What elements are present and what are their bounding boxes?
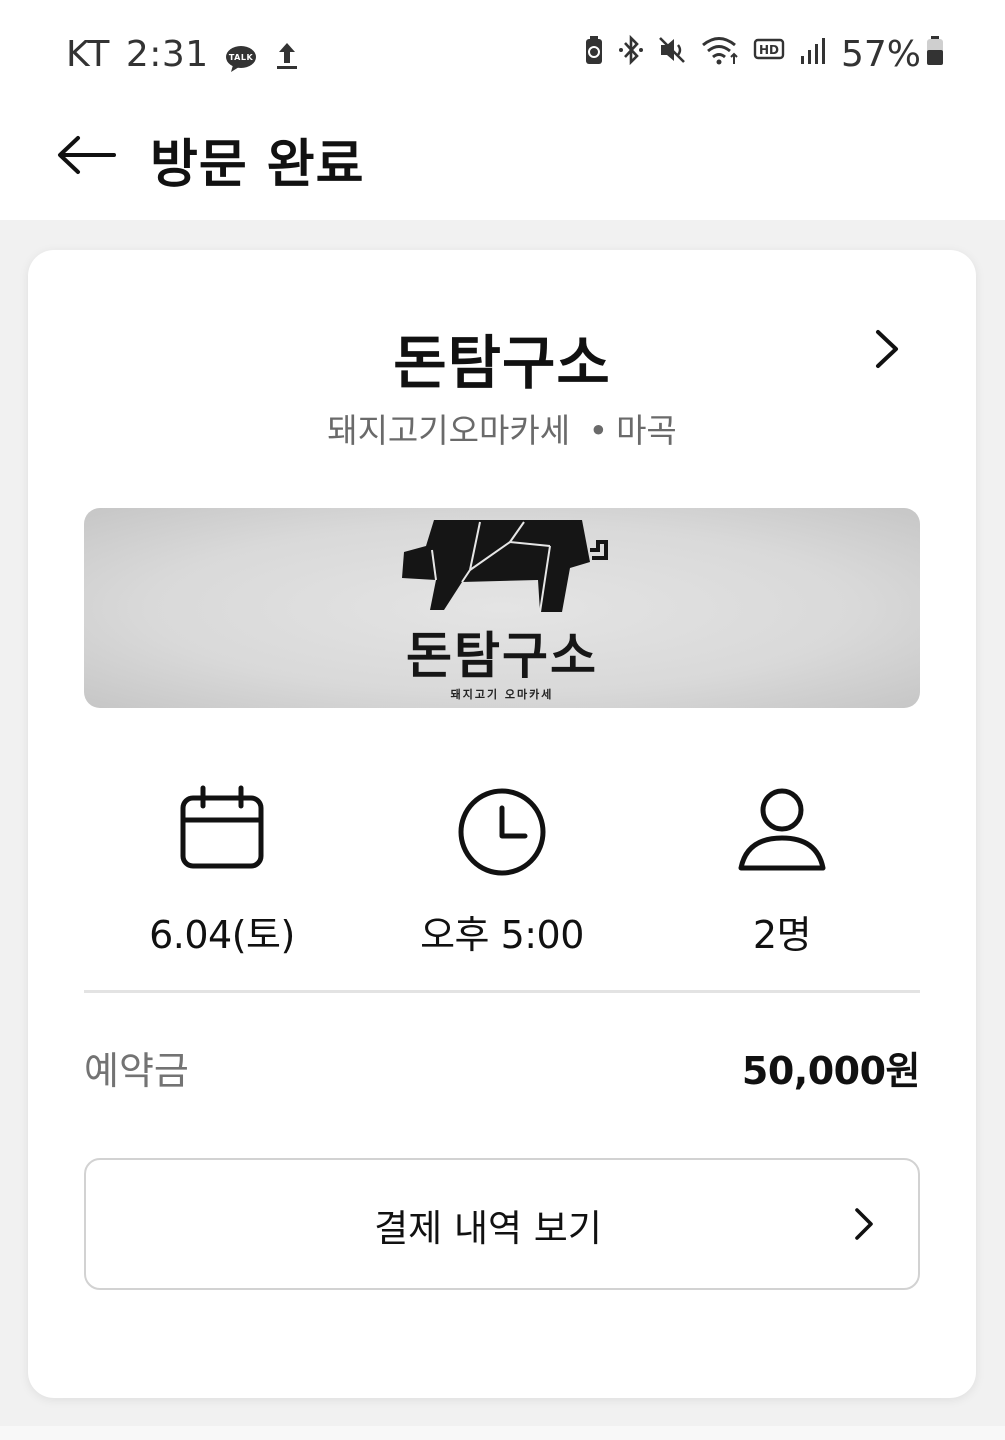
reservation-party: 2명 [644, 780, 920, 959]
deposit-amount: 50,000원 [741, 1049, 921, 1093]
pig-logo [402, 520, 608, 613]
time-value: 오후 5:00 [420, 913, 584, 957]
svg-text:HD: HD [759, 43, 779, 57]
payment-history-label: 결제 내역 보기 [374, 1207, 602, 1250]
party-size-value: 2명 [752, 913, 812, 957]
back-button[interactable] [56, 132, 116, 178]
signal-icon [799, 34, 829, 75]
banner-title: 돈탐구소 [406, 627, 598, 685]
battery-icon [925, 34, 945, 75]
hd-voice-icon: HD [753, 34, 787, 75]
bottom-strip [0, 1426, 1005, 1440]
restaurant-banner: 돈탐구소 돼지고기 오마카세 [84, 508, 920, 708]
carrier-label: KT [66, 34, 110, 75]
page-title: 방문 완료 [150, 135, 365, 195]
app-header: 방문 완료 [0, 108, 1005, 220]
mute-icon [657, 34, 689, 75]
battery-saver-icon [583, 34, 605, 75]
person-icon [738, 788, 826, 871]
status-right: HD 57% [571, 34, 945, 75]
arrow-left-icon [58, 136, 116, 174]
restaurant-meta: 돼지고기오마카세 • 마곡 [28, 404, 976, 452]
svg-text:TALK: TALK [228, 53, 253, 62]
restaurant-detail-button[interactable] [870, 326, 906, 372]
payment-history-button[interactable]: 결제 내역 보기 [84, 1158, 920, 1290]
clock-icon [458, 788, 546, 876]
kakaotalk-icon: TALK [225, 41, 257, 72]
meta-separator: • [588, 411, 609, 450]
wifi-icon [701, 34, 741, 75]
upload-icon [275, 39, 299, 71]
banner-subtitle: 돼지고기 오마카세 [450, 688, 554, 701]
divider [84, 990, 920, 993]
restaurant-location: 마곡 [616, 411, 677, 450]
bluetooth-icon [617, 34, 645, 75]
restaurant-category: 돼지고기오마카세 [327, 411, 571, 450]
restaurant-name[interactable]: 돈탐구소 [28, 316, 976, 400]
calendar-icon [180, 785, 264, 869]
reservation-date: 6.04(토) [84, 780, 360, 959]
chevron-right-icon [876, 330, 898, 368]
reservation-card: 돈탐구소 돼지고기오마카세 • 마곡 돈탐구소 돼지고기 오마카세 6.04(토… [28, 250, 976, 1398]
status-time: 2:31 [125, 34, 209, 75]
deposit-label: 예약금 [84, 1049, 189, 1093]
reservation-time: 오후 5:00 [364, 780, 640, 959]
status-left: KT 2:31 TALK [66, 34, 299, 75]
status-bar: KT 2:31 TALK HD 57% [0, 0, 1005, 108]
date-value: 6.04(토) [149, 913, 295, 957]
battery-percent: 57% [840, 34, 921, 75]
reservation-info: 6.04(토) 오후 5:00 2명 [84, 780, 920, 960]
chevron-right-icon [855, 1208, 873, 1240]
